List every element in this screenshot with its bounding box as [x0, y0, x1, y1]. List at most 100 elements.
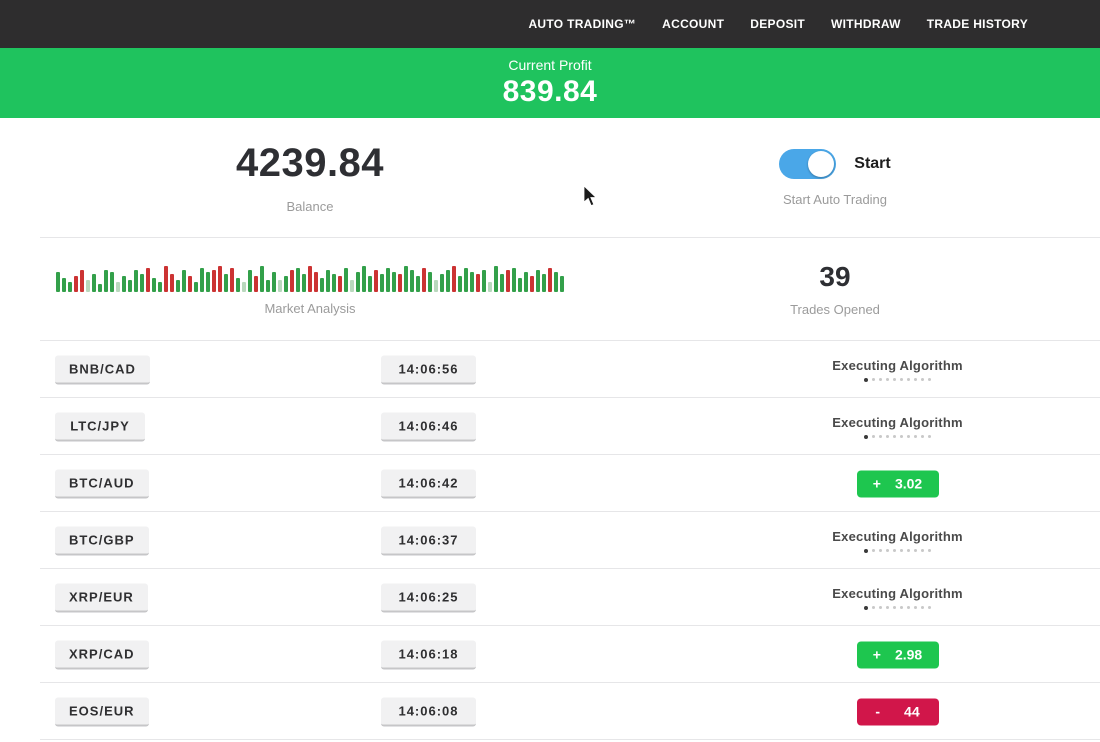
market-bar [56, 272, 60, 292]
market-bar [560, 276, 564, 292]
market-bar [176, 280, 180, 292]
progress-dot [928, 378, 931, 381]
nav-deposit[interactable]: DEPOSIT [750, 17, 805, 31]
progress-dots [864, 378, 931, 382]
executing-label: Executing Algorithm [832, 586, 962, 601]
market-bar [200, 268, 204, 292]
market-bar [458, 276, 462, 292]
progress-dot [907, 378, 910, 381]
progress-dot [864, 606, 868, 610]
trade-status: +3.02 [795, 470, 1000, 497]
market-bar [98, 284, 102, 292]
pair-badge: EOS/EUR [55, 697, 149, 726]
market-bar [254, 276, 258, 292]
pair-badge: BTC/AUD [55, 469, 149, 498]
market-bar [116, 282, 120, 292]
market-bar [326, 270, 330, 292]
progress-dot [872, 549, 875, 552]
current-profit-banner: Current Profit 839.84 [0, 48, 1100, 118]
progress-dot [872, 435, 875, 438]
trade-status: +2.98 [795, 641, 1000, 668]
market-bar [266, 280, 270, 292]
trade-row: XRP/EUR14:06:25Executing Algorithm [0, 569, 1100, 626]
progress-dot [914, 378, 917, 381]
progress-dot [879, 435, 882, 438]
market-bar [86, 280, 90, 292]
market-bar [194, 282, 198, 292]
market-bar [110, 272, 114, 292]
market-bar [398, 274, 402, 292]
progress-dot [907, 606, 910, 609]
trade-row: BTC/AUD 14:06:42 +3.02 [0, 455, 1100, 512]
progress-dot [928, 435, 931, 438]
market-bar [146, 268, 150, 292]
market-bar [386, 268, 390, 292]
market-bar [416, 276, 420, 292]
market-bar [272, 272, 276, 292]
market-bar [284, 276, 288, 292]
trade-time: 14:06:42 [381, 469, 476, 498]
progress-dot [886, 378, 889, 381]
progress-dot [928, 606, 931, 609]
badge-sign: - [875, 704, 880, 720]
market-bar [410, 270, 414, 292]
executing-label: Executing Algorithm [832, 529, 962, 544]
market-bar [362, 266, 366, 292]
market-bar [482, 270, 486, 292]
progress-dot [872, 378, 875, 381]
progress-dot [886, 435, 889, 438]
auto-trading-caption: Start Auto Trading [783, 192, 887, 207]
market-bar [476, 274, 480, 292]
market-bar [368, 276, 372, 292]
market-bar [296, 268, 300, 292]
nav-auto-trading[interactable]: AUTO TRADING™ [528, 17, 636, 31]
progress-dots [864, 435, 931, 439]
market-bar [128, 280, 132, 292]
market-bar [80, 270, 84, 292]
market-bar [164, 266, 168, 292]
trade-row: EOS/EUR14:06:08-44 [0, 683, 1100, 740]
profit-badge: +2.98 [857, 641, 939, 668]
pair-badge: XRP/EUR [55, 583, 148, 612]
nav-withdraw[interactable]: WITHDRAW [831, 17, 901, 31]
trades-list: BNB/CAD14:06:56Executing AlgorithmLTC/JP… [0, 341, 1100, 740]
market-bar [428, 272, 432, 292]
progress-dot [914, 435, 917, 438]
start-auto-trading-toggle[interactable] [779, 149, 836, 179]
badge-value: 44 [904, 704, 920, 720]
market-bar [62, 278, 66, 292]
market-bar [152, 278, 156, 292]
pair-badge: BNB/CAD [55, 355, 150, 384]
market-bar [224, 274, 228, 292]
market-bar [338, 276, 342, 292]
market-bar [302, 274, 306, 292]
executing-label: Executing Algorithm [832, 415, 962, 430]
market-analysis-label: Market Analysis [264, 301, 355, 316]
market-bar [488, 282, 492, 292]
market-bar [182, 270, 186, 292]
market-analysis-chart [56, 262, 564, 292]
progress-dot [921, 606, 924, 609]
pair-badge: BTC/GBP [55, 526, 149, 555]
progress-dot [886, 549, 889, 552]
progress-dot [914, 549, 917, 552]
progress-dot [893, 378, 896, 381]
trade-time: 14:06:46 [381, 412, 476, 441]
progress-dot [864, 435, 868, 439]
market-bar [260, 266, 264, 292]
market-section: Market Analysis 39 Trades Opened [0, 238, 1100, 340]
balance-block: 4239.84 Balance [0, 118, 620, 237]
nav-account[interactable]: ACCOUNT [662, 17, 724, 31]
balance-value: 4239.84 [236, 141, 384, 186]
progress-dot [907, 549, 910, 552]
market-bar [452, 266, 456, 292]
market-bar [440, 274, 444, 292]
progress-dot [921, 378, 924, 381]
market-bar [278, 280, 282, 292]
market-bar [344, 268, 348, 292]
market-bar [434, 280, 438, 292]
market-bar [122, 276, 126, 292]
trade-row: BNB/CAD14:06:56Executing Algorithm [0, 341, 1100, 398]
nav-trade-history[interactable]: TRADE HISTORY [927, 17, 1028, 31]
progress-dots [864, 606, 931, 610]
